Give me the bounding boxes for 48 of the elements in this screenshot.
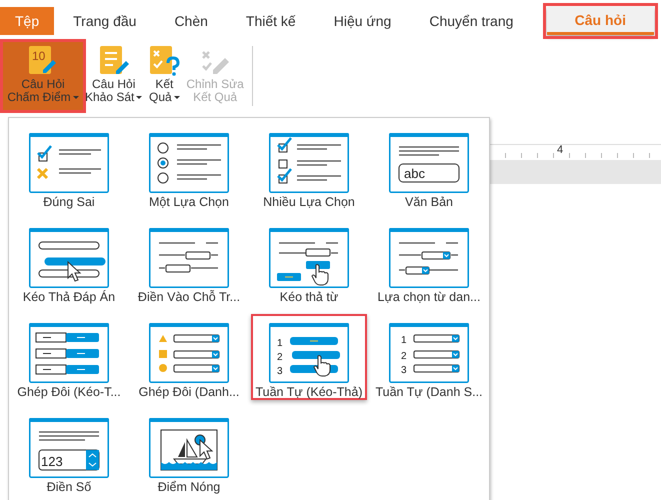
question-type-tile[interactable]: Điểm Nóng (131, 409, 247, 495)
ruler-number: 4 (557, 144, 564, 156)
tile-label: Ghép Đôi (Kéo-T... (17, 385, 121, 399)
tile-label: Đúng Sai (43, 195, 95, 209)
tile-label: Ghép Đôi (Danh... (138, 385, 240, 399)
tile-label: Điền Vào Chỗ Tr... (138, 290, 240, 304)
question-type-tile[interactable]: Nhiều Lựa Chọn (251, 124, 367, 210)
tile-label: Kéo Thả Đáp Án (22, 290, 116, 304)
tile-label: Kéo thả từ (280, 290, 338, 304)
radio-list-icon (149, 133, 229, 193)
ribbon-button[interactable]: Câu Hỏi Khảo Sát (83, 42, 144, 110)
tile-label: Nhiều Lựa Chọn (263, 195, 355, 209)
question-type-tile[interactable]: Đúng Sai (11, 124, 127, 210)
drag-word-icon (269, 228, 349, 288)
question-type-tile[interactable]: 1 2 3 Tuần Tự (Danh S... (371, 314, 487, 400)
ribbon-button[interactable]: Kết Quả (144, 42, 184, 110)
tile-label: Tuần Tự (Kéo-Thả) (255, 385, 363, 399)
numbered-dropdown-icon: 1 2 3 (389, 323, 469, 383)
true-false-icon (29, 133, 109, 193)
tile-label: Điểm Nóng (158, 480, 220, 494)
ribbon-tab[interactable]: Trang đầu (54, 7, 156, 35)
ribbon-tab[interactable]: Chèn (155, 7, 227, 35)
question-type-tile[interactable]: Ghép Đôi (Danh... (131, 314, 247, 400)
question-type-tile[interactable]: Lựa chọn từ dan... (371, 219, 487, 305)
question-type-tile[interactable]: Điền Vào Chỗ Tr... (131, 219, 247, 305)
question-type-tile[interactable]: Ghép Đôi (Kéo-T... (11, 314, 127, 400)
checkbox-list-icon (269, 133, 349, 193)
tile-label: Tuần Tự (Danh S... (375, 385, 483, 399)
tile-label: Điền Số (46, 480, 92, 494)
number-spinner-icon: 123 (29, 418, 109, 478)
question-type-tile[interactable]: 123 Điền Số (11, 409, 127, 495)
question-type-tile[interactable]: Kéo Thả Đáp Án (11, 219, 127, 305)
ordered-bar-icon: 1 2 3 (269, 323, 349, 383)
tile-label: Văn Bản (405, 195, 453, 209)
ribbon-tab[interactable]: Hiệu ứng (314, 7, 410, 35)
ribbon-tab[interactable]: Chuyển trang (410, 7, 532, 35)
sailboat-pointer-icon (149, 418, 229, 478)
question-type-tile[interactable]: Kéo thả từ (251, 219, 367, 305)
text-box-icon: abc (389, 133, 469, 193)
tile-label: Một Lựa Chọn (149, 195, 229, 209)
ribbon-tab[interactable]: Thiết kế (226, 7, 315, 35)
matching-pairs-icon (29, 323, 109, 383)
drag-bar-icon (29, 228, 109, 288)
tile-label: Lựa chọn từ dan... (378, 290, 480, 304)
shape-dropdown-icon (149, 323, 229, 383)
question-type-tile[interactable]: abc Văn Bản (371, 124, 487, 210)
question-type-tile[interactable]: 1 2 3 Tuần Tự (Kéo-Thả) (251, 314, 367, 400)
question-type-tile[interactable]: Một Lựa Chọn (131, 124, 247, 210)
